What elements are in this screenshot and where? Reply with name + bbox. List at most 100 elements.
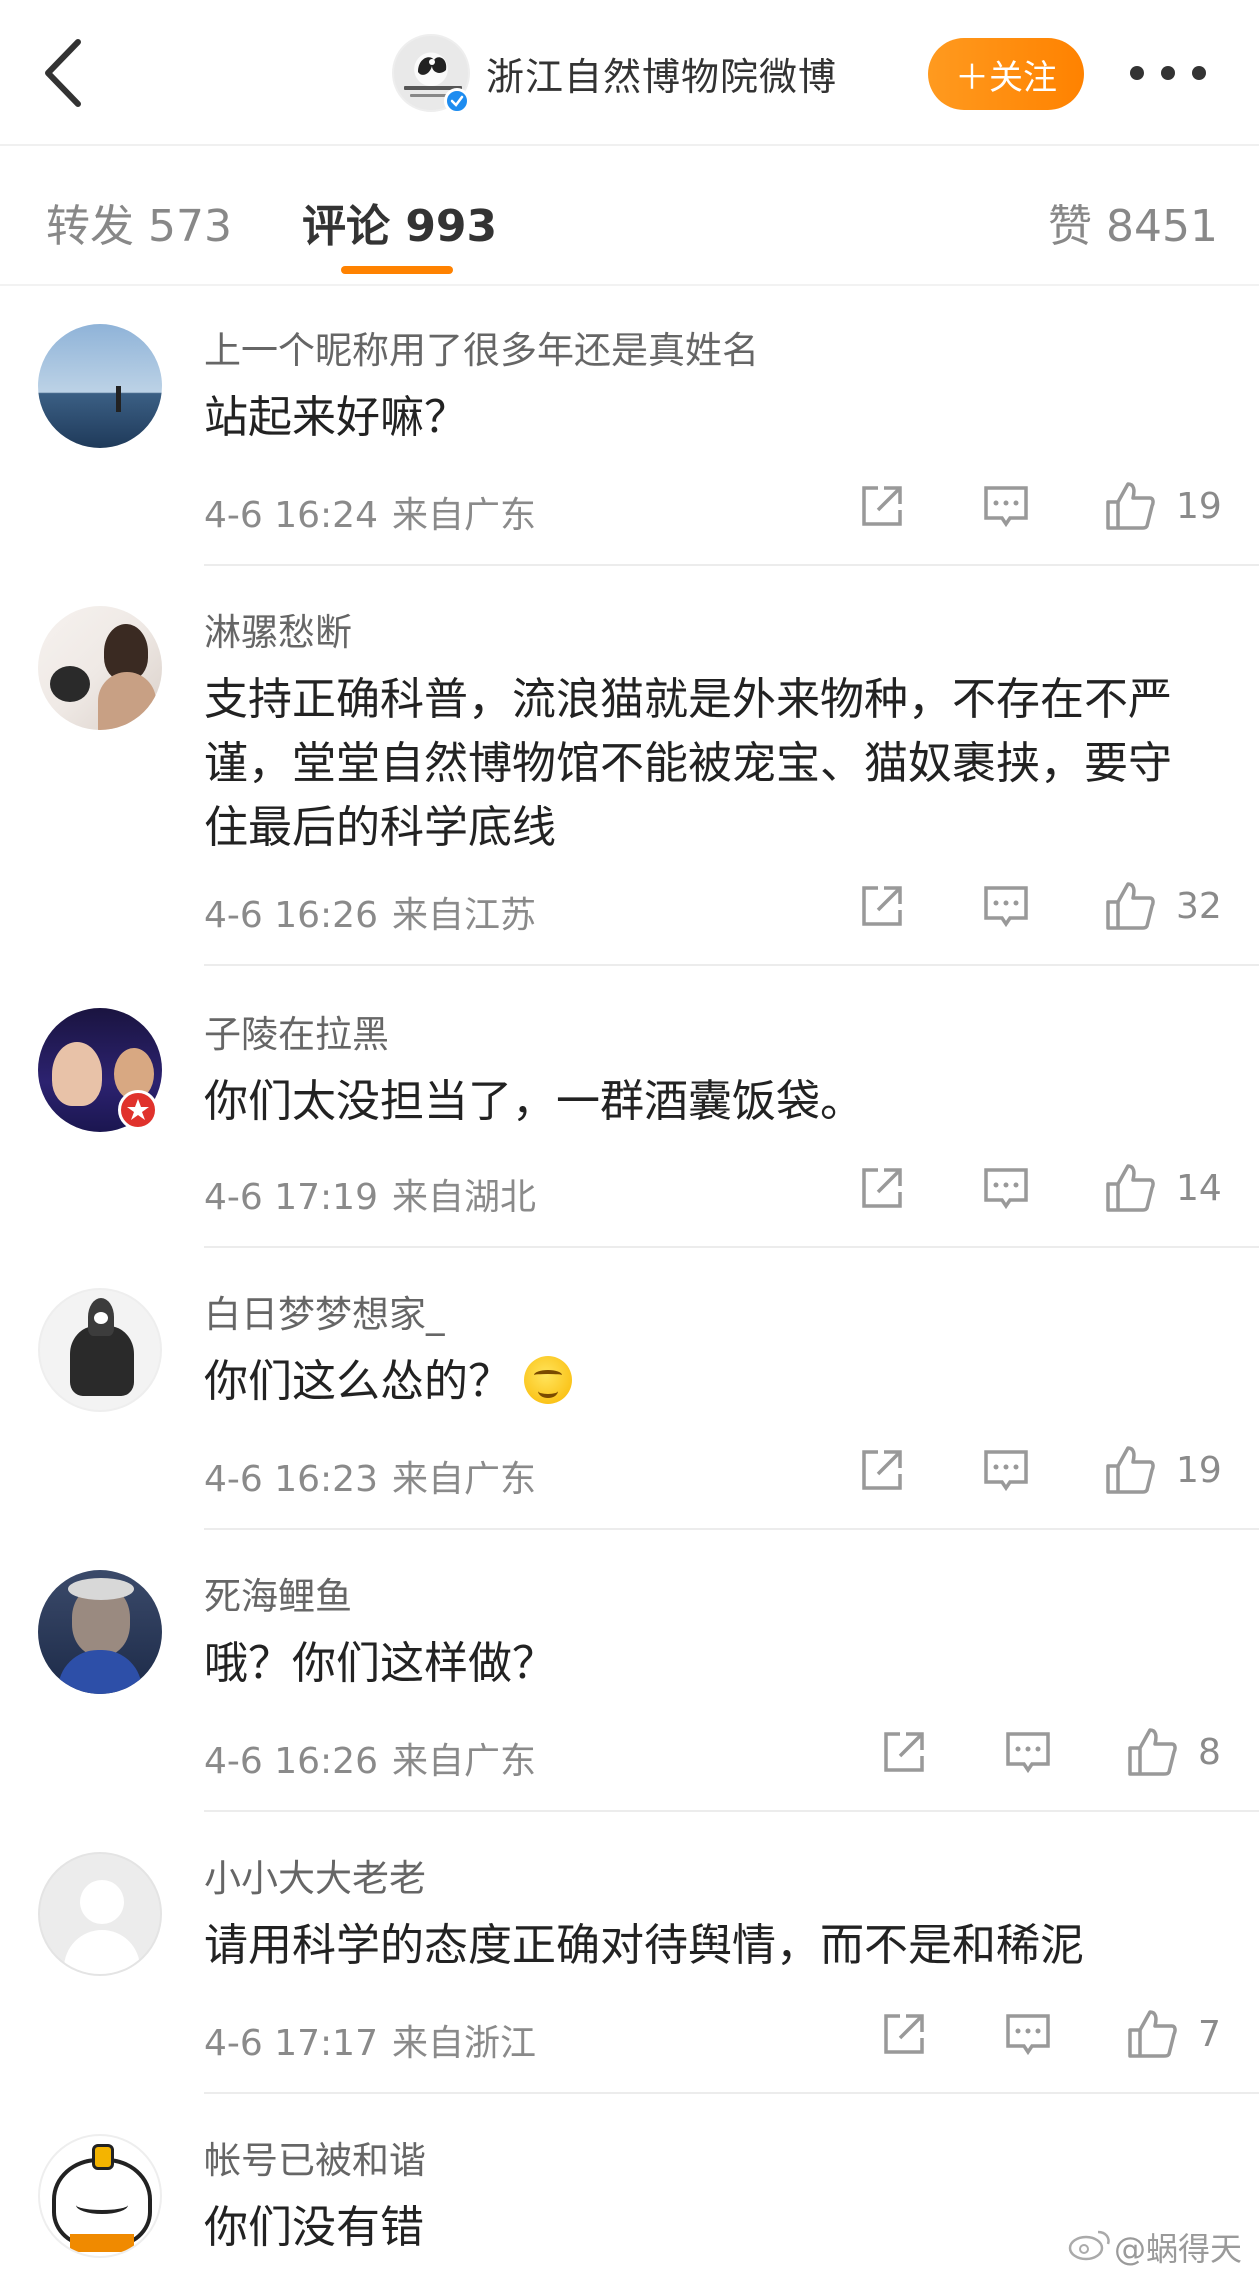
like-count: 19 (1176, 486, 1222, 527)
share-icon (884, 1732, 924, 1772)
reply-button[interactable] (980, 880, 1032, 932)
share-button[interactable] (878, 1726, 930, 1778)
comment-time: 4-6 16:24 (204, 495, 378, 536)
chevron-left-icon (45, 39, 81, 107)
comment-meta: 4-6 16:24 来自广东 (204, 486, 536, 538)
comment-region: 来自广东 (392, 1741, 537, 1782)
avatar[interactable] (38, 1288, 162, 1412)
share-button[interactable] (856, 1162, 908, 1214)
top-bar: 浙江自然博物院微博 ＋关注 (0, 0, 1259, 146)
comment-text: 你们这么怂的？ (204, 1350, 1204, 1414)
weibo-logo-icon (1068, 2230, 1110, 2261)
comment-item: 子陵在拉黑 你们太没担当了，一群酒囊饭袋。 4-6 17:19 来自湖北 14 (0, 982, 1259, 1264)
comment-item: 死海鲤鱼 哦？你们这样做？ 4-6 16:26 来自广东 8 (0, 1546, 1259, 1828)
more-dots-icon (1130, 66, 1144, 80)
comment-meta: 4-6 16:26 来自广东 (204, 1732, 536, 1784)
thumbs-up-icon (1106, 482, 1155, 530)
tab-likes[interactable]: 赞 8451 (1048, 190, 1218, 254)
active-tab-indicator (341, 266, 453, 274)
share-button[interactable] (856, 880, 908, 932)
like-count: 14 (1176, 1168, 1222, 1209)
post-tabs: 转发 573 评论 993 赞 8451 (0, 146, 1259, 286)
verified-icon (444, 88, 470, 114)
thumbs-up-icon (1106, 882, 1155, 930)
like-count: 19 (1176, 1450, 1222, 1491)
comment-time: 4-6 16:26 (204, 895, 378, 936)
comment-icon (984, 886, 1028, 928)
like-button[interactable] (1104, 1444, 1156, 1496)
comment-icon (984, 1168, 1028, 1210)
comment-text: 支持正确科普，流浪猫就是外来物种，不存在不严谨，堂堂自然博物馆不能被宠宝、猫奴裹… (204, 674, 1172, 853)
comment-actions: 14 (856, 1162, 1236, 1222)
comment-time: 4-6 16:26 (204, 1741, 378, 1782)
avatar[interactable] (38, 1852, 162, 1976)
share-button[interactable] (856, 1444, 908, 1496)
comment-text: 你们没有错 (204, 2202, 424, 2253)
divider (204, 1528, 1259, 1530)
comment-text: 请用科学的态度正确对待舆情，而不是和稀泥 (204, 1920, 1084, 1971)
comment-text: 站起来好嘛？ (204, 392, 468, 443)
comment-username[interactable]: 帐号已被和谐 (204, 2130, 426, 2184)
comment-text: 哦？你们这样做？ (204, 1638, 556, 1689)
back-button[interactable] (38, 36, 88, 110)
divider (204, 1810, 1259, 1812)
divider (204, 2092, 1259, 2094)
like-button[interactable] (1104, 880, 1156, 932)
comment-username[interactable]: 死海鲤鱼 (204, 1566, 352, 1620)
tab-comments[interactable]: 评论 993 (302, 190, 497, 254)
like-button[interactable] (1126, 2008, 1178, 2060)
comment-region: 来自湖北 (392, 1177, 537, 1218)
account-name[interactable]: 浙江自然博物院微博 (486, 46, 837, 101)
share-button[interactable] (878, 2008, 930, 2060)
tab-reposts[interactable]: 转发 573 (46, 190, 232, 254)
comment-item: 上一个昵称用了很多年还是真姓名 站起来好嘛？ 4-6 16:24 来自广东 19 (0, 300, 1259, 582)
comment-username[interactable]: 子陵在拉黑 (204, 1004, 389, 1058)
avatar[interactable] (38, 1570, 162, 1694)
comment-username[interactable]: 上一个昵称用了很多年还是真姓名 (204, 320, 759, 374)
like-button[interactable] (1104, 480, 1156, 532)
thumbs-up-icon (1128, 1728, 1177, 1776)
comment-username[interactable]: 白日梦梦想家_ (204, 1284, 445, 1338)
like-count: 32 (1176, 886, 1222, 927)
comment-meta: 4-6 16:26 来自江苏 (204, 886, 536, 938)
member-badge-icon (118, 1090, 158, 1130)
reply-button[interactable] (1002, 1726, 1054, 1778)
avatar[interactable] (38, 2134, 162, 2258)
default-user-icon (80, 1880, 124, 1924)
comment-time: 4-6 16:23 (204, 1459, 378, 1500)
like-button[interactable] (1104, 1162, 1156, 1214)
avatar[interactable] (38, 606, 162, 730)
more-options-button[interactable] (1130, 56, 1206, 90)
thumbs-up-icon (1106, 1164, 1155, 1212)
follow-button[interactable]: ＋关注 (928, 38, 1084, 110)
comment-icon (984, 486, 1028, 528)
reply-button[interactable] (980, 480, 1032, 532)
comment-time: 4-6 17:17 (204, 2023, 378, 2064)
like-count: 7 (1198, 2014, 1221, 2055)
like-button[interactable] (1126, 1726, 1178, 1778)
avatar[interactable] (38, 324, 162, 448)
comment-icon (1006, 2014, 1050, 2056)
comment-actions: 19 (856, 1444, 1236, 1504)
comment-region: 来自浙江 (392, 2023, 537, 2064)
comment-item: 小小大大老老 请用科学的态度正确对待舆情，而不是和稀泥 4-6 17:17 来自浙… (0, 1828, 1259, 2110)
comment-actions: 32 (856, 880, 1236, 940)
divider (204, 1246, 1259, 1248)
reply-button[interactable] (1002, 2008, 1054, 2060)
watermark-text: @蜗得天 (1114, 2230, 1243, 2268)
comment-item: 淋骡愁断 支持正确科普，流浪猫就是外来物种，不存在不严谨，堂堂自然博物馆不能被宠… (0, 582, 1259, 982)
share-icon (884, 2014, 924, 2054)
comment-username[interactable]: 小小大大老老 (204, 1848, 426, 1902)
share-icon (862, 886, 902, 926)
comment-username[interactable]: 淋骡愁断 (204, 602, 352, 656)
comment-meta: 4-6 17:17 来自浙江 (204, 2014, 536, 2066)
comment-item: 白日梦梦想家_ 你们这么怂的？ 4-6 16:23 来自广东 19 (0, 1264, 1259, 1546)
museum-logo-icon (418, 57, 447, 75)
thumbs-up-icon (1106, 1446, 1155, 1494)
share-button[interactable] (856, 480, 908, 532)
reply-button[interactable] (980, 1444, 1032, 1496)
comment-icon (984, 1450, 1028, 1492)
comment-region: 来自广东 (392, 495, 537, 536)
reply-button[interactable] (980, 1162, 1032, 1214)
comment-region: 来自广东 (392, 1459, 537, 1500)
